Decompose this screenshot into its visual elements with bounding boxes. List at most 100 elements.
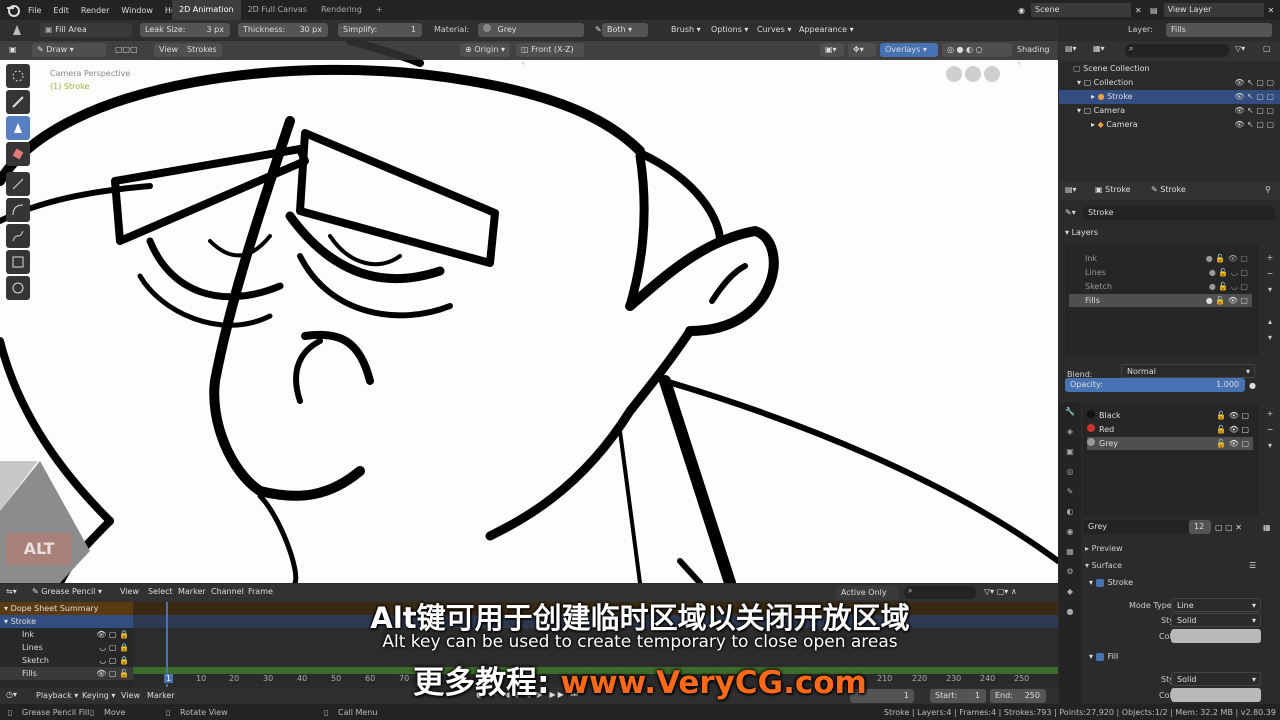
scene-selector[interactable]: ◉ Scene ✕ [1018, 0, 1142, 20]
close-icon[interactable]: ✕ [1268, 6, 1275, 15]
tool-mode-field[interactable]: ▣ Fill Area [40, 23, 132, 37]
new-collection-icon[interactable]: ▢ [1263, 44, 1271, 53]
outliner-item-collection[interactable]: ▾ ▢ Collection 👁 ↖ ▢ ▢ [1059, 76, 1280, 90]
menu-edit[interactable]: Edit [47, 6, 75, 15]
scene-name[interactable]: Scene [1030, 3, 1131, 17]
layer-toggle-icons[interactable]: ● 🔓 ◡ ▢ [1209, 266, 1248, 279]
material-row-grey[interactable]: Grey 🔓 👁 ▢ [1087, 437, 1253, 450]
material-action-icons[interactable]: ▢ ▢ ✕ [1215, 523, 1242, 532]
close-icon[interactable]: ✕ [1135, 6, 1142, 15]
arc-tool-icon[interactable] [6, 198, 30, 222]
viewport[interactable]: ▣ ✎ Draw ▾ ▢▢▢ View Strokes ⊕ Origin ▾ ◫… [0, 41, 1058, 583]
object-tab[interactable]: ▣ Stroke [1095, 185, 1131, 194]
tab-2d-animation[interactable]: 2D Animation [172, 0, 241, 20]
zoom-icon[interactable] [984, 66, 1000, 82]
shading-mode-buttons[interactable]: ◎ ● ◐ ○ [942, 43, 1012, 57]
data-tab[interactable]: ✎ Stroke [1151, 185, 1186, 194]
view-menu[interactable]: View [154, 43, 183, 57]
pin-icon[interactable]: ⚲ [1265, 185, 1271, 194]
select-mode-buttons[interactable]: ▢▢▢ [110, 43, 150, 57]
stroke-subpanel-header[interactable]: ▾ Stroke [1089, 578, 1133, 587]
view-layer-name[interactable]: View Layer [1163, 3, 1264, 17]
outliner-item-scene-collection[interactable]: ▢ Scene Collection [1059, 62, 1280, 76]
menu-file[interactable]: File [22, 6, 47, 15]
add-workspace-button[interactable]: + [369, 0, 390, 20]
layer-toggle-icons[interactable]: ● 🔓 ◡ ▢ [1209, 280, 1248, 293]
brush-menu[interactable]: Brush ▾ [666, 23, 706, 37]
active-layer-field[interactable]: Fills [1166, 23, 1272, 37]
overlays-toggle[interactable]: Overlays ▾ [880, 43, 938, 57]
drawing-canvas[interactable] [0, 41, 1058, 583]
blend-dropdown[interactable]: Normal ▾ [1121, 364, 1255, 378]
opacity-slider[interactable]: Opacity: 1.000 [1065, 378, 1245, 392]
pan-icon[interactable] [965, 66, 981, 82]
shading-menu[interactable]: Shading ▾ [1012, 43, 1054, 68]
visibility-icons[interactable]: 👁 ↖ ▢ ▢ [1234, 104, 1274, 118]
draw-tool-icon[interactable] [6, 90, 30, 114]
menu-window[interactable]: Window [115, 6, 159, 15]
layer-toggle-icons[interactable]: ● 🔓 👁 ▢ [1206, 294, 1248, 307]
layer-toggle-icons[interactable]: ● 🔓 👁 ▢ [1206, 252, 1248, 265]
properties-tab-icons[interactable]: 🔧 ◈ ▣ ◎ ✎ ◐ ◉ ▦ ⚙ ◆ ● [1059, 402, 1081, 622]
object-type-visibility-icon[interactable]: ▣▾ [820, 43, 844, 57]
editor-type-icon[interactable]: ▤▾ [1065, 44, 1077, 53]
outliner-item-stroke[interactable]: ▸ ● Stroke 👁 ↖ ▢ ▢ [1059, 90, 1280, 104]
layer-row-sketch[interactable]: Sketch ● 🔓 ◡ ▢ [1069, 280, 1252, 293]
stroke-checkbox[interactable] [1095, 578, 1104, 587]
list-icon[interactable]: ☰ [1249, 561, 1256, 570]
material-toggle-icons[interactable]: 🔓 👁 ▢ [1216, 437, 1249, 450]
keyframe-dot-icon[interactable]: ● [1249, 381, 1256, 390]
datablock-field[interactable]: Stroke [1083, 206, 1275, 220]
editor-type-icon[interactable]: ▣ [4, 43, 28, 57]
box-tool-icon[interactable] [6, 250, 30, 274]
curve-tool-icon[interactable] [6, 224, 30, 248]
mode-dropdown[interactable]: ✎ Draw ▾ [32, 43, 106, 57]
visibility-icons[interactable]: 👁 ↖ ▢ ▢ [1234, 90, 1274, 104]
cursor-tool-icon[interactable] [6, 64, 30, 88]
layer-row-fills[interactable]: Fills ● 🔓 👁 ▢ [1069, 294, 1252, 307]
fill-tool-icon[interactable] [10, 23, 24, 39]
view-layer-selector[interactable]: ▤ View Layer ✕ [1150, 0, 1274, 20]
tab-2d-full-canvas[interactable]: 2D Full Canvas [241, 0, 314, 20]
outliner-item-camera[interactable]: ▸ ◆ Camera 👁 ↖ ▢ ▢ [1059, 118, 1280, 132]
surface-panel-header[interactable]: ▾ Surface [1085, 561, 1122, 570]
visibility-icons[interactable]: 👁 ↖ ▢ ▢ [1234, 76, 1274, 90]
blender-logo-icon[interactable] [6, 0, 20, 20]
curves-menu[interactable]: Curves ▾ [752, 23, 796, 37]
view-axis-dropdown[interactable]: ◫ Front (X-Z) ▾ [516, 43, 584, 68]
both-dropdown[interactable]: Both ▾ [602, 23, 648, 37]
material-list-buttons[interactable]: + − ▾ [1263, 406, 1277, 454]
layer-row-lines[interactable]: Lines ● 🔓 ◡ ▢ [1069, 266, 1252, 279]
appearance-menu[interactable]: Appearance ▾ [794, 23, 859, 37]
outliner-search-input[interactable]: ⌕ [1125, 44, 1229, 57]
simplify-field[interactable]: Simplify: 1 [338, 23, 422, 37]
material-toggle-icons[interactable]: 🔓 👁 ▢ [1216, 409, 1249, 422]
line-tool-icon[interactable] [6, 172, 30, 196]
fill-tool-icon[interactable] [6, 116, 30, 140]
display-mode-icon[interactable]: ▦▾ [1093, 44, 1105, 53]
visibility-icons[interactable]: 👁 ↖ ▢ ▢ [1234, 118, 1274, 132]
material-users-count[interactable]: 12 [1189, 520, 1211, 534]
tab-rendering[interactable]: Rendering [314, 0, 369, 20]
erase-tool-icon[interactable] [6, 142, 30, 166]
material-row-red[interactable]: Red 🔓 👁 ▢ [1087, 423, 1253, 436]
material-toggle-icons[interactable]: 🔓 👁 ▢ [1216, 423, 1249, 436]
layer-row-ink[interactable]: Ink ● 🔓 👁 ▢ [1069, 252, 1252, 265]
preview-panel-header[interactable]: ▸ Preview [1085, 544, 1123, 553]
material-selector[interactable]: Grey [478, 23, 584, 37]
material-row-black[interactable]: Black 🔓 👁 ▢ [1087, 409, 1253, 422]
camera-view-icon[interactable] [946, 66, 962, 82]
outliner-item-camera-collection[interactable]: ▾ ▢ Camera 👁 ↖ ▢ ▢ [1059, 104, 1280, 118]
origin-dropdown[interactable]: ⊕ Origin ▾ [460, 43, 510, 57]
layer-list-buttons[interactable]: + − ▾ ▴ ▾ [1263, 250, 1277, 346]
thickness-field[interactable]: Thickness: 30 px [238, 23, 328, 37]
editor-type-icon[interactable]: ▤▾ [1065, 185, 1077, 194]
circle-tool-icon[interactable] [6, 276, 30, 300]
options-menu[interactable]: Options ▾ [706, 23, 753, 37]
menu-render[interactable]: Render [75, 6, 115, 15]
leak-size-field[interactable]: Leak Size: 3 px [140, 23, 230, 37]
browse-icon[interactable]: ▦ [1263, 523, 1271, 532]
gizmo-toggle-icon[interactable]: ✥▾ [848, 43, 876, 57]
filter-icon[interactable]: ▽▾ [1235, 44, 1245, 53]
strokes-menu[interactable]: Strokes [182, 43, 222, 57]
